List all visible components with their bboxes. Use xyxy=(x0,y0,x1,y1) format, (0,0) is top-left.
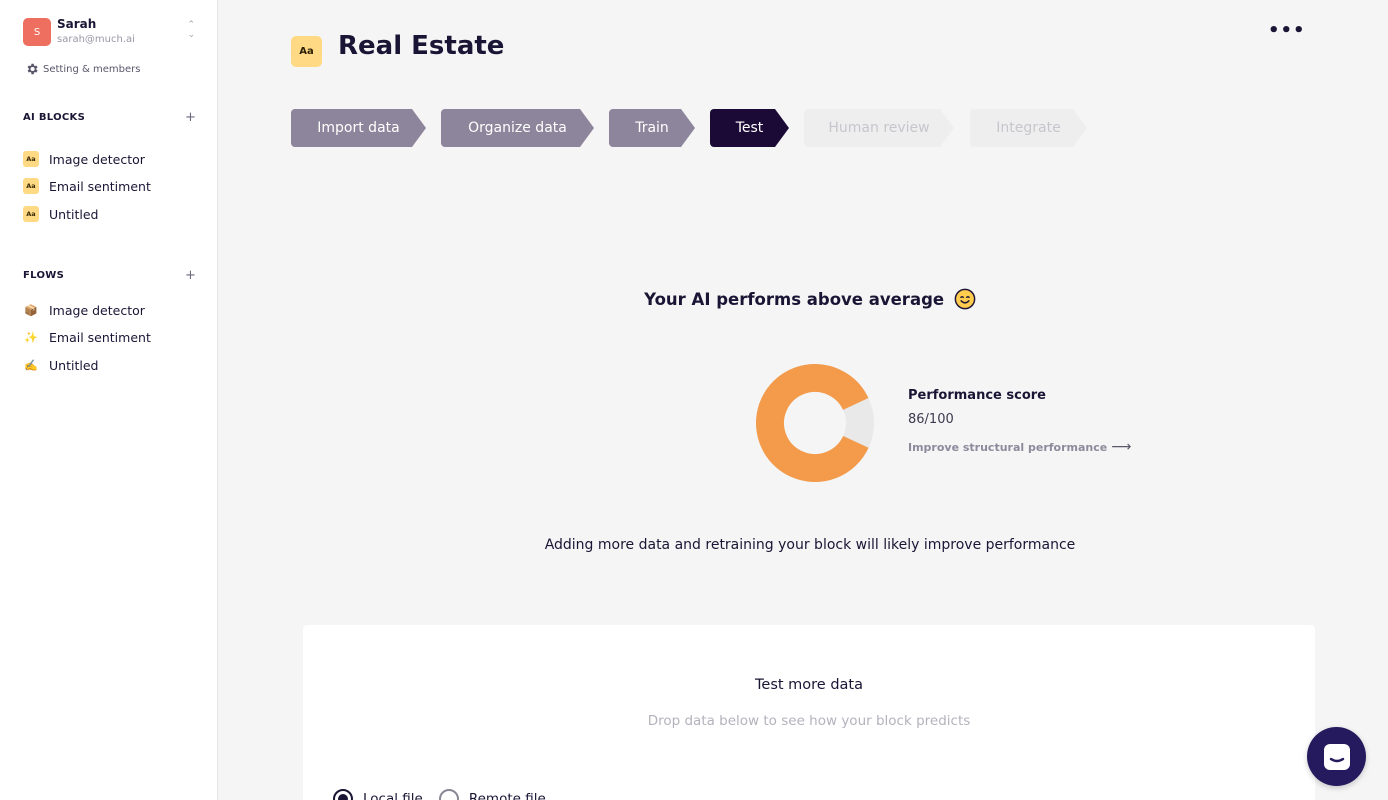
step-train[interactable]: Train xyxy=(609,109,695,147)
remote-file-label[interactable]: Remote file xyxy=(469,791,546,800)
sparkles-icon: ✨ xyxy=(24,330,38,344)
chat-icon xyxy=(1323,743,1350,770)
chevron-up-down-icon[interactable]: ⌃ ⌄ xyxy=(187,20,195,40)
step-test[interactable]: Test xyxy=(710,109,789,147)
arrow-right-icon: ⟶ xyxy=(1111,439,1132,455)
step-import-data[interactable]: Import data xyxy=(291,109,426,147)
more-options-icon[interactable]: ••• xyxy=(1268,20,1306,41)
writing-hand-icon: ✍️ xyxy=(24,358,38,372)
block-type-icon: Aa xyxy=(23,206,39,222)
card-title: Test more data xyxy=(755,677,863,693)
block-type-icon: Aa xyxy=(23,178,39,194)
sidebar-item-flow-email-sentiment[interactable]: ✨ Email sentiment xyxy=(23,329,151,345)
sidebar-item-image-detector[interactable]: Aa Image detector xyxy=(23,151,145,167)
test-more-data-card: Test more data Drop data below to see ho… xyxy=(303,625,1315,800)
block-type-icon: Aa xyxy=(291,36,322,67)
avatar: S xyxy=(23,18,51,46)
local-file-label[interactable]: Local file xyxy=(363,791,423,800)
sidebar-item-label: Untitled xyxy=(49,357,99,373)
performance-donut-chart xyxy=(756,364,874,482)
remote-file-radio[interactable] xyxy=(438,789,459,800)
chat-button[interactable] xyxy=(1307,727,1366,786)
step-integrate[interactable]: Integrate xyxy=(970,109,1087,147)
improve-performance-link[interactable]: Improve structural performance ⟶ xyxy=(908,439,1131,455)
headline-text: Your AI performs above average xyxy=(644,290,945,309)
performance-score-value: 86/100 xyxy=(908,412,954,427)
sidebar-item-flow-untitled[interactable]: ✍️ Untitled xyxy=(23,357,98,373)
performance-headline: Your AI performs above average xyxy=(0,288,1388,310)
add-flow-button[interactable]: + xyxy=(185,268,196,283)
advice-text: Adding more data and retraining your blo… xyxy=(544,537,1076,553)
performance-score-label: Performance score xyxy=(908,388,1046,403)
sidebar-item-label: Untitled xyxy=(49,206,99,222)
sidebar-item-label: Email sentiment xyxy=(49,178,151,194)
improve-link-label: Improve structural performance xyxy=(908,441,1108,454)
source-options: Local file Remote file xyxy=(333,789,546,800)
local-file-radio[interactable] xyxy=(333,789,353,800)
settings-link[interactable]: Setting & members xyxy=(25,62,140,76)
flows-heading: FLOWS xyxy=(23,270,65,281)
step-organize-data[interactable]: Organize data xyxy=(441,109,594,147)
card-subtitle: Drop data below to see how your block pr… xyxy=(647,713,971,729)
ai-blocks-heading: AI BLOCKS xyxy=(23,112,86,123)
user-name: Sarah xyxy=(57,17,97,31)
sidebar-item-email-sentiment[interactable]: Aa Email sentiment xyxy=(23,178,151,194)
smiling-face-icon xyxy=(954,288,976,310)
gear-icon xyxy=(27,63,38,75)
user-email: sarah@much.ai xyxy=(57,34,135,45)
step-human-review[interactable]: Human review xyxy=(804,109,954,147)
sidebar-item-label: Image detector xyxy=(49,151,145,167)
sidebar-item-untitled[interactable]: Aa Untitled xyxy=(23,206,98,222)
block-type-icon: Aa xyxy=(23,151,39,167)
settings-label: Setting & members xyxy=(43,63,141,75)
user-switcher[interactable]: S Sarah sarah@much.ai ⌃ ⌄ xyxy=(23,17,195,49)
sidebar-item-label: Email sentiment xyxy=(49,329,151,345)
sidebar: S Sarah sarah@much.ai ⌃ ⌄ Setting & membe… xyxy=(0,0,218,800)
page-title: Real Estate xyxy=(338,31,505,61)
add-ai-block-button[interactable]: + xyxy=(185,110,196,125)
